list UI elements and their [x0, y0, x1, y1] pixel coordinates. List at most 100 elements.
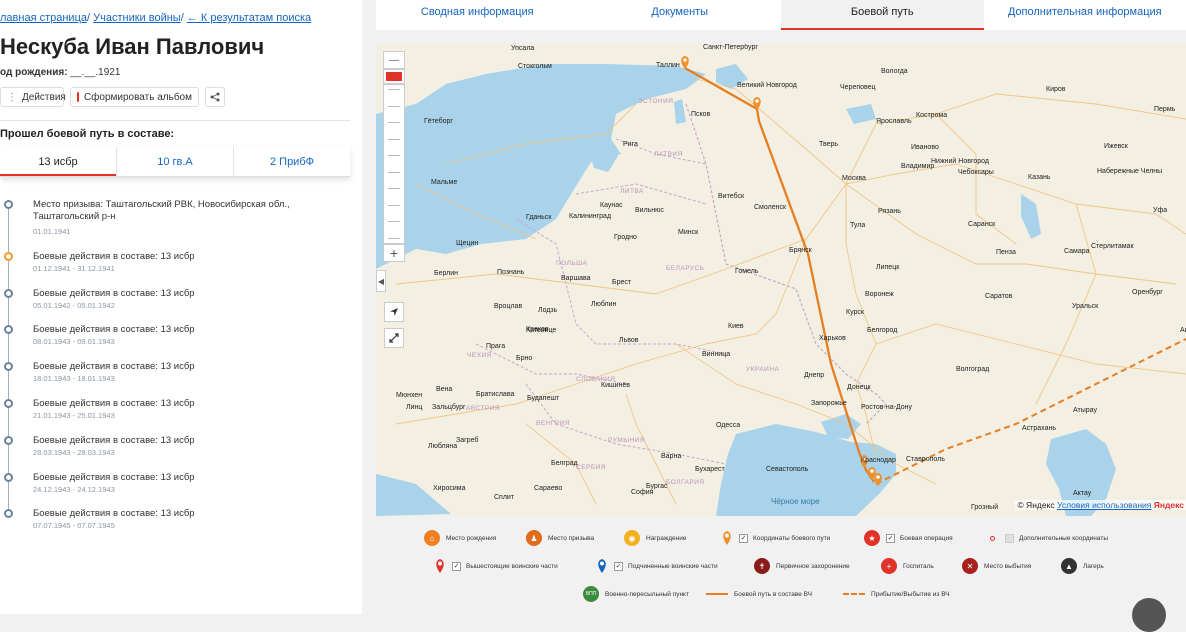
map-canvas[interactable]: Санкт-ПетербургТаллинВеликий НовгородПск… — [376, 44, 1186, 516]
timeline-dot-icon — [4, 200, 13, 209]
city-label: Чебоксары — [958, 168, 994, 176]
zoom-level-current[interactable] — [383, 69, 405, 84]
city-label: Днепр — [804, 372, 824, 379]
region-label: СЕРБИЯ — [576, 464, 606, 471]
back-to-results-link[interactable]: ← К результатам поиска — [187, 12, 311, 24]
city-label: Киев — [728, 323, 744, 330]
legend-checkbox[interactable] — [1005, 534, 1014, 543]
legend-checkbox[interactable]: ✓ — [886, 534, 895, 543]
legend-label: Военно-пересыльный пункт — [605, 591, 689, 598]
region-label: СЛОВАКИЯ — [576, 376, 615, 383]
actions-button[interactable]: ⋮ Действия — [0, 87, 64, 107]
legend-label: Место выбытия — [984, 563, 1031, 570]
collapse-left-panel-button[interactable]: ◀ — [376, 270, 386, 292]
small-dot-icon — [990, 536, 995, 541]
city-label: Катовице — [526, 327, 556, 334]
city-label: Самара — [1064, 248, 1090, 255]
city-label: Кострома — [916, 112, 947, 119]
city-label: Берлин — [434, 270, 458, 277]
zoom-out-button[interactable]: — — [383, 51, 405, 69]
unit-tabs: 13 исбр 10 гв.А 2 ПрибФ — [0, 147, 350, 177]
event-date: 07.07.1945 - 07.07.1945 — [33, 521, 115, 530]
city-label: Казань — [1028, 174, 1051, 181]
breadcrumb-home-link[interactable]: лавная страница — [0, 12, 87, 24]
region-label: БЕЛАРУСЬ — [666, 265, 704, 272]
event-description: Боевые действия в составе: 13 исбр — [33, 508, 323, 520]
city-label: Линц — [406, 404, 422, 411]
fullscreen-button[interactable] — [384, 328, 404, 348]
timeline-dot-icon — [4, 509, 13, 518]
event-description: Боевые действия в составе: 13 исбр — [33, 324, 323, 336]
legend-label: Госпиталь — [903, 563, 934, 570]
city-label: Лодзь — [538, 307, 558, 314]
map-view[interactable]: Санкт-ПетербургТаллинВеликий НовгородПск… — [376, 44, 1186, 516]
legend-label: Награждение — [646, 535, 687, 542]
city-label: Брест — [612, 279, 632, 286]
city-label: Бухарест — [695, 466, 726, 473]
event-description: Боевые действия в составе: 13 исбр — [33, 288, 323, 300]
city-label: Будапешт — [527, 395, 560, 402]
tab-combat-path[interactable]: Боевой путь — [781, 0, 984, 30]
timeline-line — [8, 204, 9, 514]
city-label: Череповец — [840, 84, 876, 91]
city-label: Белград — [551, 460, 578, 467]
vpp-icon: ВПП — [583, 586, 599, 602]
timeline-dot-icon — [4, 362, 13, 371]
chevron-left-icon: ◀ — [378, 277, 384, 286]
legend-label: Прибытие/Выбытие из ВЧ — [871, 591, 950, 598]
legend-item: ◉Награждение — [624, 530, 687, 546]
legend-checkbox[interactable]: ✓ — [452, 562, 461, 571]
birth-label: од рождения: — [0, 67, 68, 78]
timeline-dot-icon — [4, 252, 13, 261]
legend-item: Боевой путь в составе ВЧ — [706, 586, 812, 602]
album-icon — [77, 92, 79, 102]
medical-cross-icon: + — [881, 558, 897, 574]
scroll-to-top-button[interactable] — [1132, 598, 1166, 632]
tab-additional-info[interactable]: Дополнительная информация — [984, 0, 1186, 30]
breadcrumb-separator: / — [181, 12, 184, 24]
star-icon: ★ — [864, 530, 880, 546]
border-line — [686, 104, 886, 424]
map-legend: ⌂Место рождения♟Место призыва◉Награждени… — [376, 516, 1186, 614]
unit-tab-10-gv-a[interactable]: 10 гв.А — [116, 147, 233, 176]
legend-item[interactable]: ✓Вышестоящие воинские части — [434, 558, 558, 574]
terms-of-use-link[interactable]: Условия использования — [1057, 500, 1151, 510]
tab-documents[interactable]: Документы — [579, 0, 782, 30]
city-label: Стокгольм — [518, 63, 552, 70]
geolocation-button[interactable] — [384, 302, 404, 322]
legend-checkbox[interactable]: ✓ — [739, 534, 748, 543]
expand-icon — [389, 333, 399, 343]
zoom-slider[interactable] — [383, 84, 405, 244]
divider — [0, 120, 350, 121]
create-album-button[interactable]: Сформировать альбом — [70, 87, 199, 107]
share-button[interactable] — [205, 87, 225, 107]
unit-tab-2-pribf[interactable]: 2 ПрибФ — [233, 147, 350, 176]
city-label: Ростов-на-Дону — [861, 404, 912, 411]
region-label: ПОЛЬША — [556, 260, 588, 267]
breadcrumb-participants-link[interactable]: Участники войны — [93, 12, 181, 24]
legend-item: + Госпиталь — [881, 558, 934, 574]
legend-item[interactable]: Дополнительные координаты — [986, 530, 1108, 546]
city-label: Рига — [623, 141, 638, 148]
legend-checkbox[interactable]: ✓ — [614, 562, 623, 571]
unit-tab-13-isbr[interactable]: 13 исбр — [0, 147, 116, 176]
city-label: Уфа — [1153, 207, 1167, 214]
region-label: ЛАТВИЯ — [654, 151, 683, 158]
legend-item[interactable]: ★✓Боевая операция — [864, 530, 953, 546]
region-label: РУМЫНИЯ — [608, 437, 645, 444]
city-label: Гродно — [614, 234, 637, 241]
legend-label: Подчиненные воинские части — [628, 563, 718, 570]
zoom-in-button[interactable]: + — [383, 244, 405, 262]
house-icon: ⌂ — [424, 530, 440, 546]
city-label: Витебск — [718, 192, 745, 200]
legend-label: Место призыва — [548, 535, 594, 542]
city-label: Упсала — [511, 45, 534, 52]
city-label: Стерлитамак — [1091, 243, 1134, 250]
legend-label: Координаты боевого пути — [753, 535, 830, 542]
legend-label: Первичное захоронение — [776, 563, 850, 570]
tab-summary[interactable]: Сводная информация — [376, 0, 579, 30]
legend-item[interactable]: ✓ Подчиненные воинские части — [596, 558, 718, 574]
event-date: 01.01.1941 — [33, 227, 71, 236]
legend-item[interactable]: ✓ Координаты боевого пути — [721, 530, 830, 546]
city-label: Рязань — [878, 208, 901, 215]
